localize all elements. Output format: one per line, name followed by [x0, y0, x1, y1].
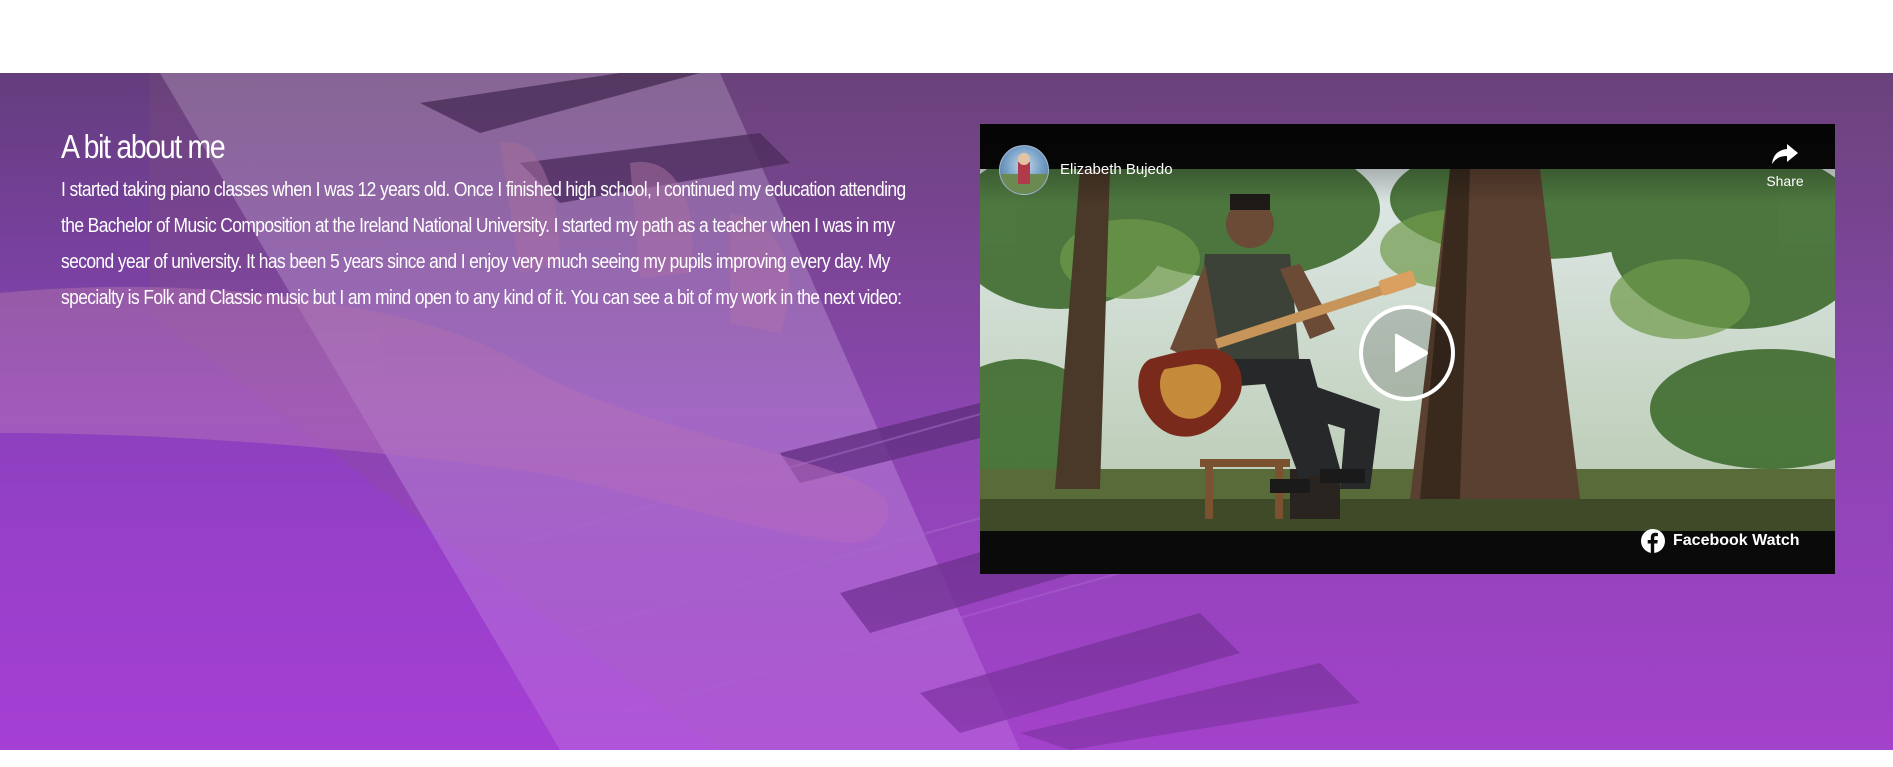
about-body: I started taking piano classes when I wa…: [61, 178, 906, 309]
share-label: Share: [1766, 173, 1804, 189]
top-bar: [0, 0, 1893, 73]
channel-name[interactable]: Elizabeth Bujedo: [1060, 161, 1173, 178]
video-embed[interactable]: Elizabeth Bujedo Share Facebook Watch: [980, 124, 1835, 574]
facebook-icon: [1641, 529, 1665, 553]
about-text-block: A bit about me I started taking piano cl…: [61, 128, 931, 316]
facebook-watch-label: Facebook Watch: [1673, 532, 1800, 549]
bottom-bar: [0, 750, 1893, 767]
play-icon: [1395, 333, 1428, 373]
channel-avatar[interactable]: [999, 145, 1049, 195]
about-section: A bit about me I started taking piano cl…: [0, 73, 1893, 750]
share-button[interactable]: Share: [1758, 142, 1812, 198]
about-title: A bit about me: [61, 128, 226, 165]
facebook-watch-link[interactable]: Facebook Watch: [1641, 526, 1800, 556]
play-button[interactable]: [1359, 305, 1455, 401]
share-arrow-icon: [1772, 144, 1798, 164]
